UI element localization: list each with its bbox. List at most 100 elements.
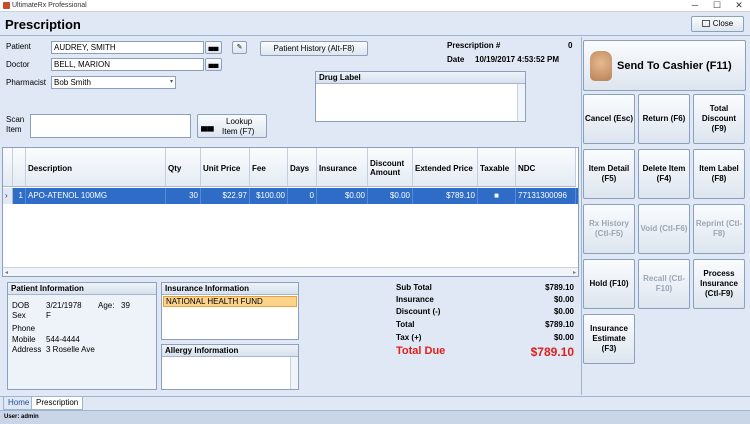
scroll-right-icon[interactable]: ▸ bbox=[573, 269, 576, 276]
allergy-scrollbar[interactable] bbox=[290, 357, 298, 389]
column-ndc[interactable]: NDC bbox=[516, 148, 576, 187]
tab-home[interactable]: Home bbox=[3, 397, 35, 410]
insurance-info-panel: Insurance Information NATIONAL HEALTH FU… bbox=[161, 282, 299, 340]
total-label: Total bbox=[396, 320, 415, 329]
cell-qty[interactable]: 30 bbox=[166, 188, 201, 204]
cell-discount[interactable]: $0.00 bbox=[368, 188, 413, 204]
column-unit-price[interactable]: Unit Price bbox=[201, 148, 250, 187]
item-detail-button[interactable]: Item Detail (F5) bbox=[583, 149, 635, 199]
total-value: $789.10 bbox=[545, 320, 574, 329]
cancel-button[interactable]: Cancel (Esc) bbox=[583, 94, 635, 144]
column-discount[interactable]: Discount Amount bbox=[368, 148, 413, 187]
table-row[interactable]: › 1 APO-ATENOL 100MG 30 $22.97 $100.00 0… bbox=[3, 188, 578, 204]
total-due-value: $789.10 bbox=[530, 345, 574, 359]
rx-history-button[interactable]: Rx History (Ctl-F5) bbox=[583, 204, 635, 254]
close-window-icon[interactable]: ✕ bbox=[728, 0, 750, 12]
app-title: UltimateRx Professional bbox=[12, 2, 87, 9]
subtotal-value: $789.10 bbox=[545, 283, 574, 292]
mobile-label: Mobile bbox=[12, 335, 36, 344]
maximize-icon[interactable]: ☐ bbox=[706, 0, 728, 12]
address-value: 3 Roselle Ave bbox=[46, 345, 95, 354]
prescription-number-label: Prescription # bbox=[447, 41, 501, 50]
cell-taxable-checkbox[interactable]: ■ bbox=[478, 188, 516, 204]
row-header-col bbox=[3, 148, 13, 187]
binoculars-icon: ▄▄ bbox=[201, 121, 214, 131]
age-label: Age: bbox=[98, 301, 115, 310]
column-insurance[interactable]: Insurance bbox=[317, 148, 368, 187]
address-label: Address bbox=[12, 345, 42, 354]
reprint-button[interactable]: Reprint (Ctl-F8) bbox=[693, 204, 745, 254]
mobile-value: 544-4444 bbox=[46, 335, 80, 344]
phone-label: Phone bbox=[12, 324, 36, 333]
lookup-item-button[interactable]: ▄▄ Lookup Item (F7) bbox=[197, 114, 267, 138]
doctor-search-button[interactable]: ▄▄ bbox=[205, 58, 222, 71]
scan-label: Scan bbox=[6, 115, 25, 124]
patient-info-panel: Patient Information DOB 3/21/1978 Age: 3… bbox=[7, 282, 157, 390]
delete-item-button[interactable]: Delete Item (F4) bbox=[638, 149, 690, 199]
cell-description[interactable]: APO-ATENOL 100MG bbox=[26, 188, 166, 204]
close-button-label: Close bbox=[712, 19, 734, 28]
column-days[interactable]: Days bbox=[288, 148, 317, 187]
insurance-list-item[interactable]: NATIONAL HEALTH FUND bbox=[163, 296, 297, 307]
dob-value: 3/21/1978 bbox=[46, 301, 82, 310]
scroll-left-icon[interactable]: ◂ bbox=[5, 269, 8, 276]
new-patient-button[interactable]: ✎ bbox=[232, 41, 247, 54]
column-description[interactable]: Description bbox=[26, 148, 166, 187]
close-icon bbox=[701, 20, 710, 28]
binoculars-icon: ▄▄ bbox=[208, 61, 219, 68]
cell-fee[interactable]: $100.00 bbox=[250, 188, 288, 204]
send-to-cashier-button[interactable]: Send To Cashier (F11) bbox=[583, 40, 746, 91]
page-title: Prescription bbox=[5, 17, 81, 32]
sex-value: F bbox=[46, 311, 51, 320]
insurance-total-label: Insurance bbox=[396, 295, 434, 304]
tax-value: $0.00 bbox=[553, 333, 574, 342]
tab-strip: Home Prescription bbox=[0, 396, 750, 410]
column-taxable[interactable]: Taxable bbox=[478, 148, 516, 187]
patient-field[interactable]: AUDREY, SMITH bbox=[51, 41, 204, 54]
column-extended-price[interactable]: Extended Price bbox=[413, 148, 478, 187]
total-discount-button[interactable]: Total Discount (F9) bbox=[693, 94, 745, 144]
drug-label-scrollbar[interactable] bbox=[517, 84, 525, 121]
drug-label-panel: Drug Label bbox=[315, 71, 526, 122]
row-selector-icon[interactable]: › bbox=[3, 188, 13, 204]
item-label-button[interactable]: Item Label (F8) bbox=[693, 149, 745, 199]
allergy-info-title: Allergy Information bbox=[162, 345, 298, 357]
app-icon bbox=[3, 2, 10, 9]
items-grid[interactable]: Description Qty Unit Price Fee Days Insu… bbox=[2, 147, 579, 277]
chevron-down-icon: ▾ bbox=[169, 79, 173, 85]
patient-history-button[interactable]: Patient History (Alt-F8) bbox=[260, 41, 368, 56]
hand-icon bbox=[590, 51, 612, 81]
doctor-field[interactable]: BELL, MARION bbox=[51, 58, 204, 71]
age-value: 39 bbox=[121, 301, 130, 310]
cell-days[interactable]: 0 bbox=[288, 188, 317, 204]
tax-label: Tax (+) bbox=[396, 333, 422, 342]
cell-ndc[interactable]: 77131300096 bbox=[516, 188, 576, 204]
insurance-estimate-button[interactable]: Insurance Estimate (F3) bbox=[583, 314, 635, 364]
lookup-label-2: Item (F7) bbox=[222, 127, 255, 136]
page-header: Prescription bbox=[0, 12, 750, 36]
cell-unit-price[interactable]: $22.97 bbox=[201, 188, 250, 204]
lookup-label-1: Lookup bbox=[226, 117, 253, 126]
void-button[interactable]: Void (Ctl-F6) bbox=[638, 204, 690, 254]
tab-prescription[interactable]: Prescription bbox=[31, 397, 84, 410]
row-index: 1 bbox=[13, 188, 26, 204]
minimize-icon[interactable]: ─ bbox=[684, 0, 706, 12]
pharmacist-select[interactable]: Bob Smith ▾ bbox=[51, 76, 176, 89]
doctor-label: Doctor bbox=[6, 60, 30, 69]
hold-button[interactable]: Hold (F10) bbox=[583, 259, 635, 309]
discount-total-label: Discount (-) bbox=[396, 307, 441, 316]
scan-item-input[interactable] bbox=[30, 114, 191, 138]
allergy-info-panel: Allergy Information bbox=[161, 344, 299, 390]
index-col bbox=[13, 148, 26, 187]
column-fee[interactable]: Fee bbox=[250, 148, 288, 187]
cell-insurance[interactable]: $0.00 bbox=[317, 188, 368, 204]
grid-horizontal-scrollbar[interactable]: ◂ ▸ bbox=[3, 267, 578, 276]
send-to-cashier-label: Send To Cashier (F11) bbox=[617, 60, 732, 72]
patient-search-button[interactable]: ▄▄ bbox=[205, 41, 222, 54]
process-insurance-button[interactable]: Process Insurance (Ctl-F9) bbox=[693, 259, 745, 309]
cell-extended-price[interactable]: $789.10 bbox=[413, 188, 478, 204]
close-button[interactable]: Close bbox=[691, 16, 744, 32]
recall-button[interactable]: Recall (Ctl-F10) bbox=[638, 259, 690, 309]
column-qty[interactable]: Qty bbox=[166, 148, 201, 187]
return-button[interactable]: Return (F6) bbox=[638, 94, 690, 144]
